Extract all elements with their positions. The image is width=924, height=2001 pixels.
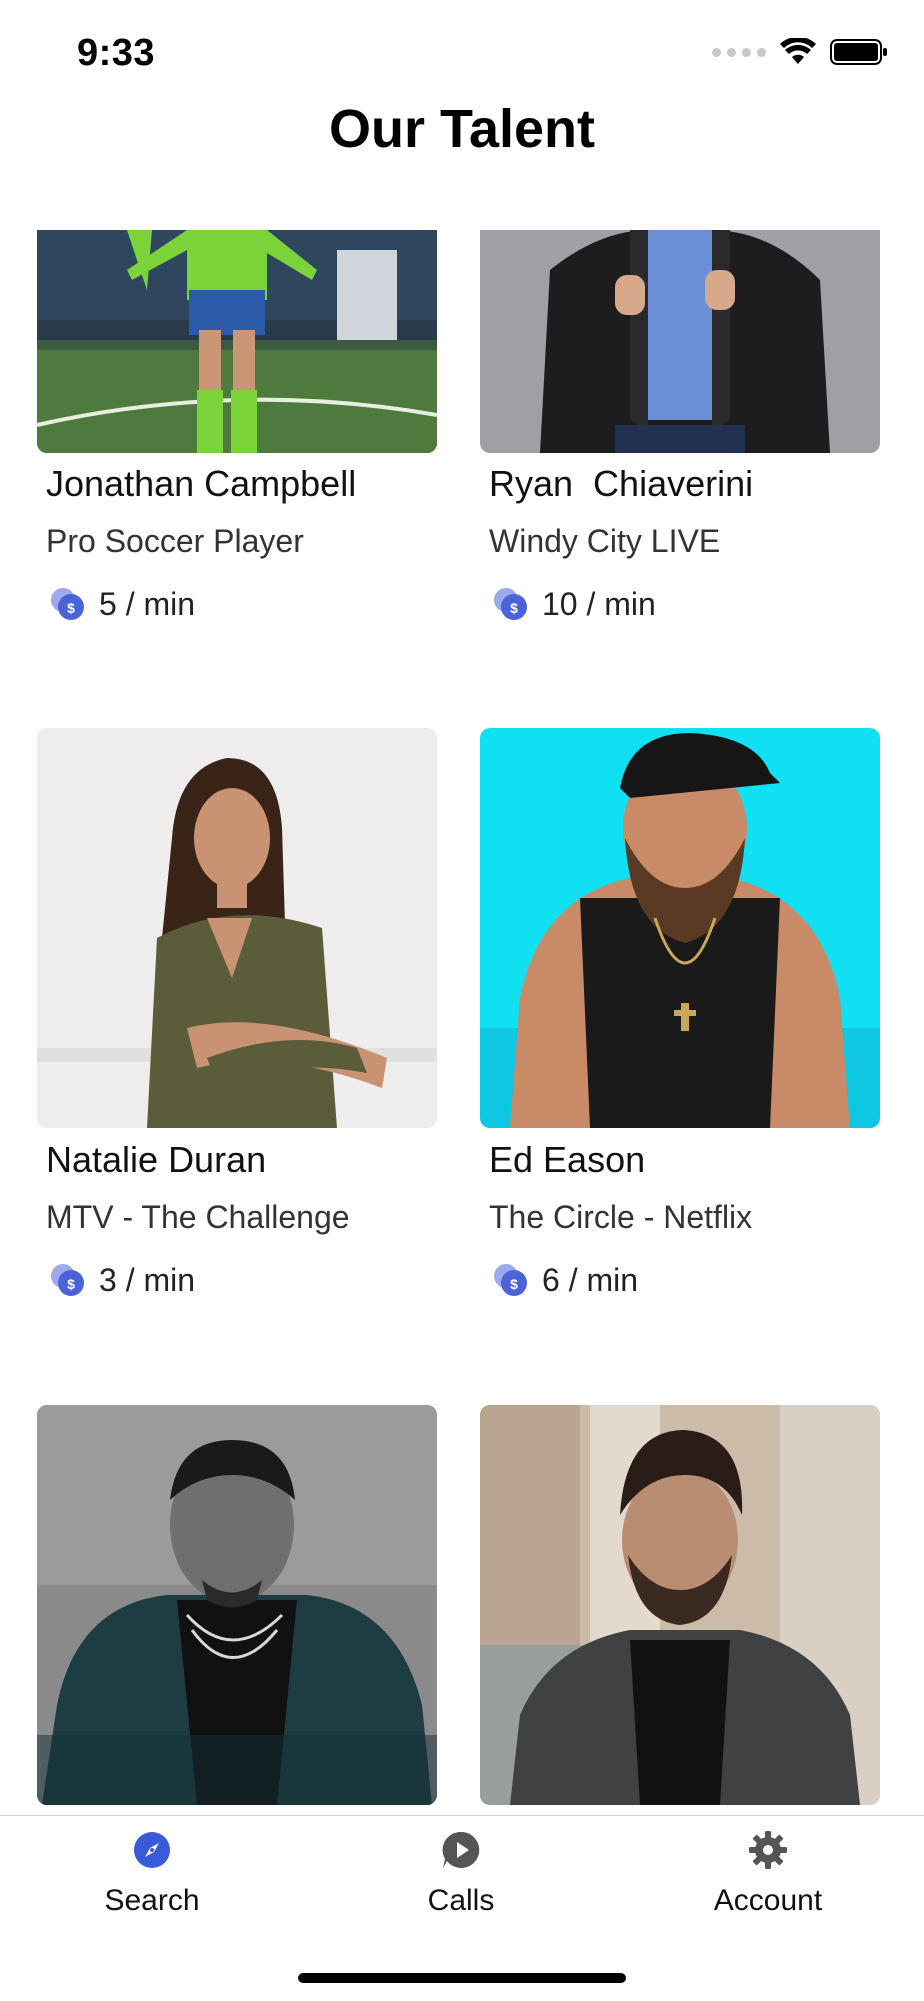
talent-photo[interactable]: [480, 1405, 880, 1805]
coin-icon: $: [494, 1264, 527, 1296]
talent-card[interactable]: Ed Eason The Circle - Netflix $ 6 / min: [480, 728, 880, 1298]
talent-photo[interactable]: [37, 1405, 437, 1805]
play-bubble-icon: [442, 1831, 480, 1868]
talent-name: Natalie Duran: [46, 1139, 267, 1180]
battery-icon: [830, 39, 887, 65]
page-title: Our Talent: [328, 99, 596, 159]
compass-icon: [134, 1832, 170, 1868]
svg-text:$: $: [67, 1276, 75, 1292]
talent-rate: $ 3 / min: [49, 1261, 195, 1299]
talent-card[interactable]: Ryan Chiaverini Windy City LIVE $ 10 / m…: [480, 230, 880, 622]
talent-rate: $ 10 / min: [492, 585, 656, 623]
talent-role: Windy City LIVE: [489, 523, 721, 559]
tab-label: Search: [104, 1884, 200, 1917]
rate-value: 6 / min: [542, 1261, 639, 1298]
talent-role: Pro Soccer Player: [46, 523, 304, 559]
talent-role: MTV - The Challenge: [46, 1199, 350, 1235]
tab-label: Account: [713, 1884, 823, 1917]
tab-search[interactable]: Search: [52, 1830, 252, 1918]
talent-name: Ryan Chiaverini: [489, 463, 754, 504]
status-bar: 9:33: [0, 0, 924, 110]
talent-photo[interactable]: [480, 230, 880, 453]
talent-card[interactable]: Natalie Duran MTV - The Challenge $ 3 / …: [37, 728, 437, 1298]
talent-photo[interactable]: [37, 230, 437, 453]
rate-value: 5 / min: [99, 585, 196, 622]
home-indicator[interactable]: [298, 1973, 626, 1983]
status-indicators: [712, 38, 888, 66]
talent-rate: $ 6 / min: [492, 1261, 638, 1299]
gear-icon: [749, 1831, 787, 1869]
talent-card[interactable]: Jonathan Campbell Pro Soccer Player $ 5 …: [37, 230, 437, 622]
coin-icon: $: [51, 588, 84, 620]
rate-value: 3 / min: [99, 1261, 196, 1298]
svg-text:$: $: [510, 1276, 518, 1292]
talent-rate: $ 5 / min: [49, 585, 195, 623]
coin-icon: $: [51, 1264, 84, 1296]
talent-role: The Circle - Netflix: [489, 1199, 753, 1235]
svg-text:$: $: [510, 600, 518, 616]
svg-text:$: $: [67, 600, 75, 616]
talent-photo[interactable]: [37, 728, 437, 1128]
tab-account[interactable]: Account: [668, 1830, 868, 1918]
coin-icon: $: [494, 588, 527, 620]
talent-photo[interactable]: [480, 728, 880, 1128]
tab-calls[interactable]: Calls: [361, 1830, 561, 1918]
status-time: 9:33: [77, 32, 156, 74]
rate-value: 10 / min: [542, 585, 656, 622]
tab-label: Calls: [427, 1884, 495, 1917]
cellular-signal-icon: [712, 47, 766, 57]
wifi-icon: [780, 38, 816, 64]
talent-card[interactable]: [37, 1405, 437, 1805]
talent-card[interactable]: [480, 1405, 880, 1805]
talent-name: Ed Eason: [489, 1139, 646, 1180]
talent-name: Jonathan Campbell: [46, 463, 357, 504]
talent-grid[interactable]: Jonathan Campbell Pro Soccer Player $ 5 …: [0, 230, 924, 1805]
